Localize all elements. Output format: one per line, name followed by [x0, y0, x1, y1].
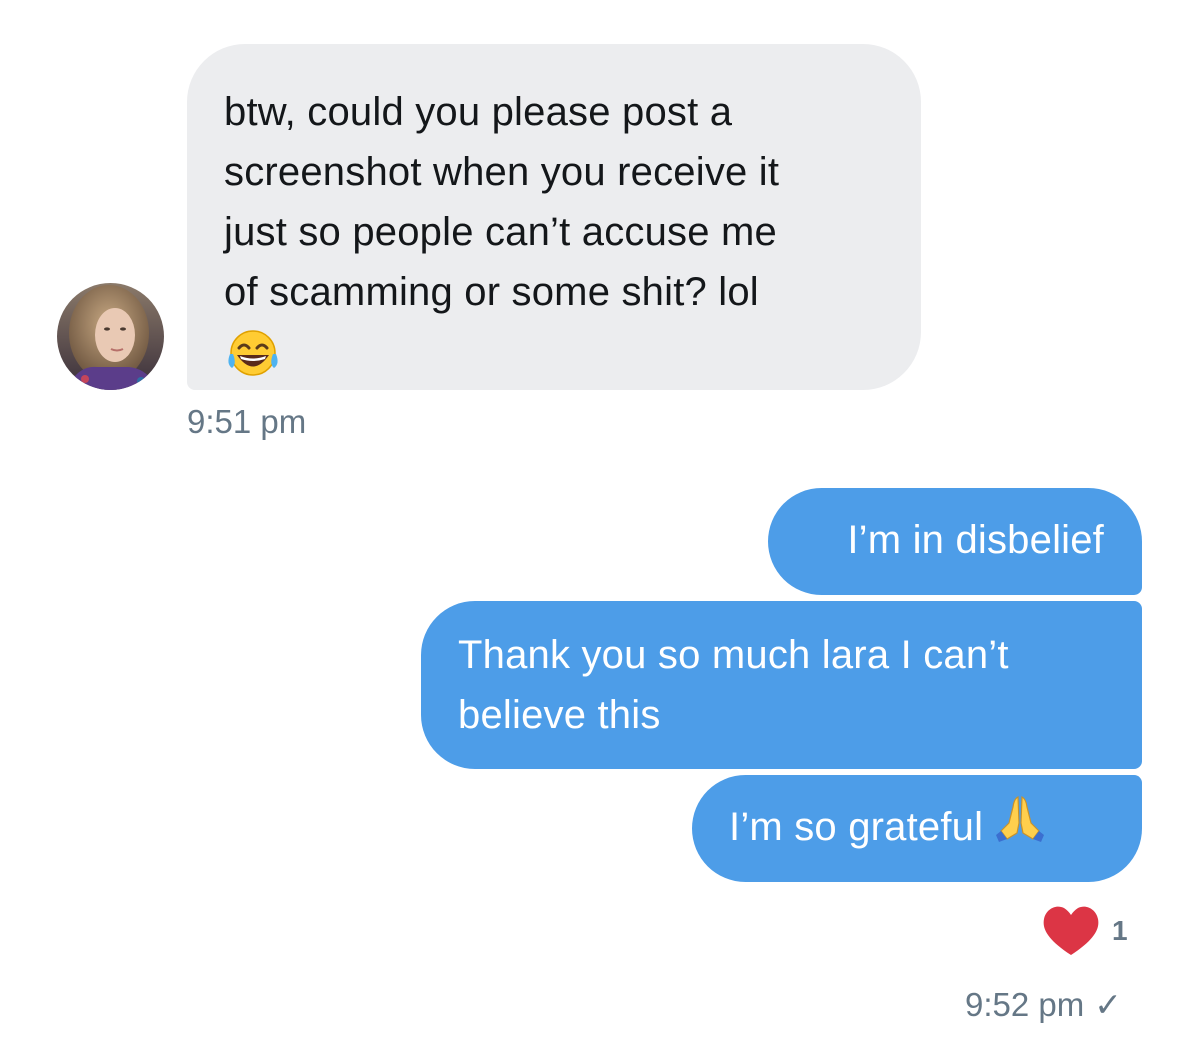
outgoing-timestamp: 9:52 pm ✓ — [965, 985, 1122, 1024]
outgoing-message-bubble[interactable]: I’m so grateful — [692, 775, 1142, 882]
sent-check-icon: ✓ — [1094, 986, 1122, 1023]
outgoing-message-bubble[interactable]: I’m in disbelief — [768, 488, 1142, 595]
message-text: I’m so grateful — [729, 805, 984, 849]
message-line: btw, could you please post a — [224, 90, 733, 134]
reaction-count: 1 — [1112, 915, 1128, 946]
message-line: Thank you so much lara I can’t — [458, 633, 1009, 677]
incoming-timestamp: 9:51 pm — [187, 403, 307, 440]
outgoing-message-bubble[interactable]: Thank you so much lara I can’t believe t… — [421, 601, 1142, 769]
incoming-message-bubble[interactable]: btw, could you please post a screenshot … — [187, 44, 921, 390]
message-line: screenshot when you receive it — [224, 150, 780, 194]
message-line: believe this — [458, 693, 661, 737]
reaction[interactable]: 1 — [1042, 903, 1128, 959]
folded-hands-icon — [995, 793, 1045, 860]
timestamp-text: 9:52 pm — [965, 986, 1085, 1023]
sender-avatar[interactable] — [57, 283, 164, 390]
message-text: I’m in disbelief — [847, 518, 1104, 562]
message-line: just so people can’t accuse me — [224, 210, 777, 254]
message-line: of scamming or some shit? lol — [224, 270, 759, 314]
face-with-tears-of-joy-icon — [228, 330, 278, 376]
avatar-photo — [57, 283, 164, 390]
heart-icon — [1043, 906, 1099, 955]
